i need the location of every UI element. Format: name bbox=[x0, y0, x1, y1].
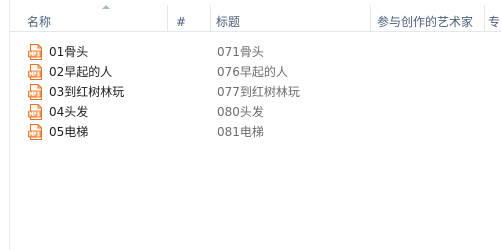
mp3-audio-file-icon bbox=[28, 44, 42, 60]
column-separator[interactable] bbox=[484, 5, 485, 31]
mp3-audio-file-icon bbox=[28, 64, 42, 80]
column-header-album-label: 专 bbox=[488, 15, 501, 29]
file-name: 03到红树林玩 bbox=[49, 85, 125, 99]
column-separator[interactable] bbox=[210, 5, 211, 31]
column-header-title[interactable]: 标题 bbox=[216, 0, 366, 31]
file-row[interactable]: 01骨头 071骨头 bbox=[10, 42, 501, 62]
file-title: 076早起的人 bbox=[217, 65, 288, 79]
file-name: 01骨头 bbox=[49, 45, 89, 59]
column-header-bar: 名称 # 标题 参与创作的艺术家 专 bbox=[10, 0, 501, 32]
column-header-name[interactable]: 名称 bbox=[27, 0, 167, 31]
file-row[interactable]: 05电梯 081电梯 bbox=[10, 122, 501, 142]
column-separator[interactable] bbox=[370, 5, 371, 31]
mp3-audio-file-icon bbox=[28, 104, 42, 120]
column-header-track-number-label: # bbox=[176, 15, 187, 29]
column-separator[interactable] bbox=[167, 5, 168, 31]
navigation-pane-edge bbox=[0, 0, 10, 250]
file-row[interactable]: 04头发 080头发 bbox=[10, 102, 501, 122]
column-header-contributing-artists-label: 参与创作的艺术家 bbox=[377, 15, 474, 29]
column-header-album[interactable]: 专 bbox=[488, 0, 501, 31]
mp3-audio-file-icon bbox=[28, 84, 42, 100]
file-row[interactable]: 03到红树林玩 077到红树林玩 bbox=[10, 82, 501, 102]
file-list: 01骨头 071骨头 02早起的人 076早起的人 03到红树林玩 077到红树… bbox=[10, 42, 501, 142]
file-title: 077到红树林玩 bbox=[217, 85, 300, 99]
column-header-contributing-artists[interactable]: 参与创作的艺术家 bbox=[377, 0, 484, 31]
column-header-title-label: 标题 bbox=[216, 15, 241, 29]
file-name: 02早起的人 bbox=[49, 65, 113, 79]
file-name: 04头发 bbox=[49, 105, 89, 119]
column-header-track-number[interactable]: # bbox=[176, 0, 211, 31]
file-title: 080头发 bbox=[217, 105, 264, 119]
file-title: 071骨头 bbox=[217, 45, 264, 59]
file-row[interactable]: 02早起的人 076早起的人 bbox=[10, 62, 501, 82]
file-name: 05电梯 bbox=[49, 125, 89, 139]
column-header-name-label: 名称 bbox=[27, 15, 52, 29]
file-explorer-window: 名称 # 标题 参与创作的艺术家 专 01骨头 071骨头 02早起的人 076… bbox=[0, 0, 501, 250]
mp3-audio-file-icon bbox=[28, 124, 42, 140]
file-title: 081电梯 bbox=[217, 125, 264, 139]
